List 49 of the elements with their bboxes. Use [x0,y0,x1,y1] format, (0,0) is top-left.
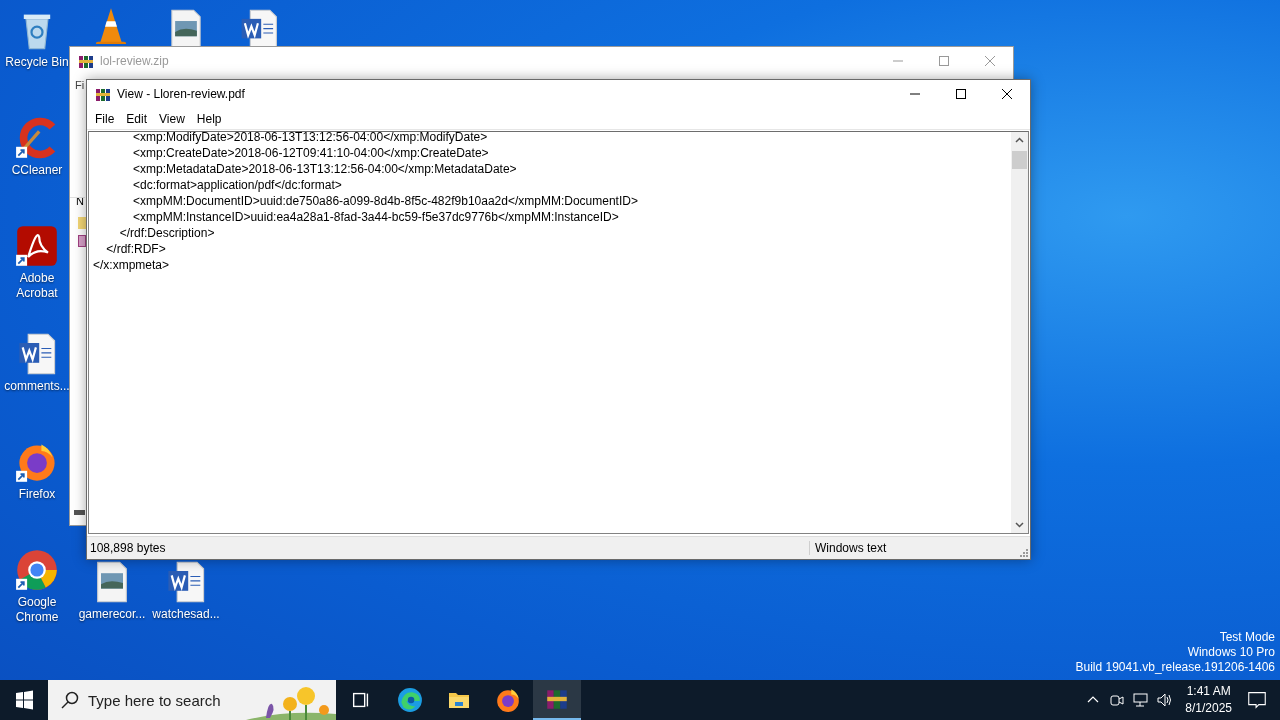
text-line: <xmp:MetadataDate>2018-06-13T13:12:56-04:00</xmp:MetadataDate> [132,161,518,177]
desktop-icon-label[interactable]: comments... [4,379,70,394]
menu-item[interactable]: Fi [75,79,85,91]
text-view[interactable] [88,131,1029,534]
desktop-icon-label[interactable]: CCleaner [11,163,63,178]
chrome-icon[interactable] [15,548,59,592]
resize-grip-icon[interactable] [1018,547,1028,557]
system-info-text: Build 19041.vb_release.191206-1406 [1075,660,1275,675]
text-line: <xmp:ModifyDate>2018-06-13T13:12:56-04:00</xmp:ModifyDate> [132,132,489,145]
system-info-text: Test Mode [1219,630,1275,645]
desktop-icon-label[interactable]: Adobe Acrobat [11,271,63,301]
folder-icon [78,217,86,229]
menu-item[interactable]: Edit [120,111,154,126]
scroll-thumb[interactable] [1012,151,1027,169]
window-title: View - Lloren-review.pdf [117,87,245,101]
file-icon [78,235,86,247]
status-text: Windows text [814,541,888,555]
clock[interactable]: 1:41 AM 8/1/2025 [1185,683,1232,717]
text-line: <xmpMM:InstanceID>uuid:ea4a28a1-8fad-3a44-bc59-f5e37dc9776b</xmpMM:InstanceID> [132,209,620,225]
menu-item[interactable]: View [153,111,191,126]
text-line: </x:xmpmeta> [93,257,171,273]
text-line: </rdf:RDF> [105,241,167,257]
text-line: <xmpMM:DocumentID>uuid:de750a86-a099-8d4b-8f5c-482f9b10aa2d</xmpMM:DocumentID> [132,193,639,209]
firefox-icon [495,687,521,713]
desktop-icon-label[interactable]: Google Chrome [11,595,63,625]
window-title: lol-review.zip [100,54,169,68]
status-text: 108,898 bytes [87,541,810,555]
desktop-icon-label[interactable]: watchesad... [152,607,220,622]
clock-time: 1:41 AM [1186,683,1231,700]
clock-date: 8/1/2025 [1185,700,1232,717]
acrobat-icon[interactable] [15,224,59,268]
system-info-text: Windows 10 Pro [1187,645,1275,660]
scrollbar[interactable] [1011,132,1028,533]
text-line: <dc:format>application/pdf</dc:format> [132,177,343,193]
taskbar-button[interactable] [533,680,581,720]
edge-logo-icon [397,687,423,713]
desktop-icon-label[interactable]: Firefox [18,487,56,502]
menu-item[interactable]: Help [190,111,228,126]
books-icon [95,86,111,102]
notification-icon[interactable] [1246,689,1268,711]
books-icon [78,53,94,69]
desktop-icon-label[interactable]: gamerecor... [78,607,146,622]
search-icon [60,690,80,710]
scrollbar[interactable] [74,510,85,515]
text-line: </rdf:Description> [118,225,216,241]
menu-item[interactable]: File [89,111,121,126]
search-field[interactable]: Type here to search [48,680,336,720]
text-line: <xmp:CreateDate>2018-06-12T09:41:10-04:00</xmp:CreateDate> [132,145,490,161]
desktop-icon-label[interactable]: Recycle Bin [5,55,69,70]
